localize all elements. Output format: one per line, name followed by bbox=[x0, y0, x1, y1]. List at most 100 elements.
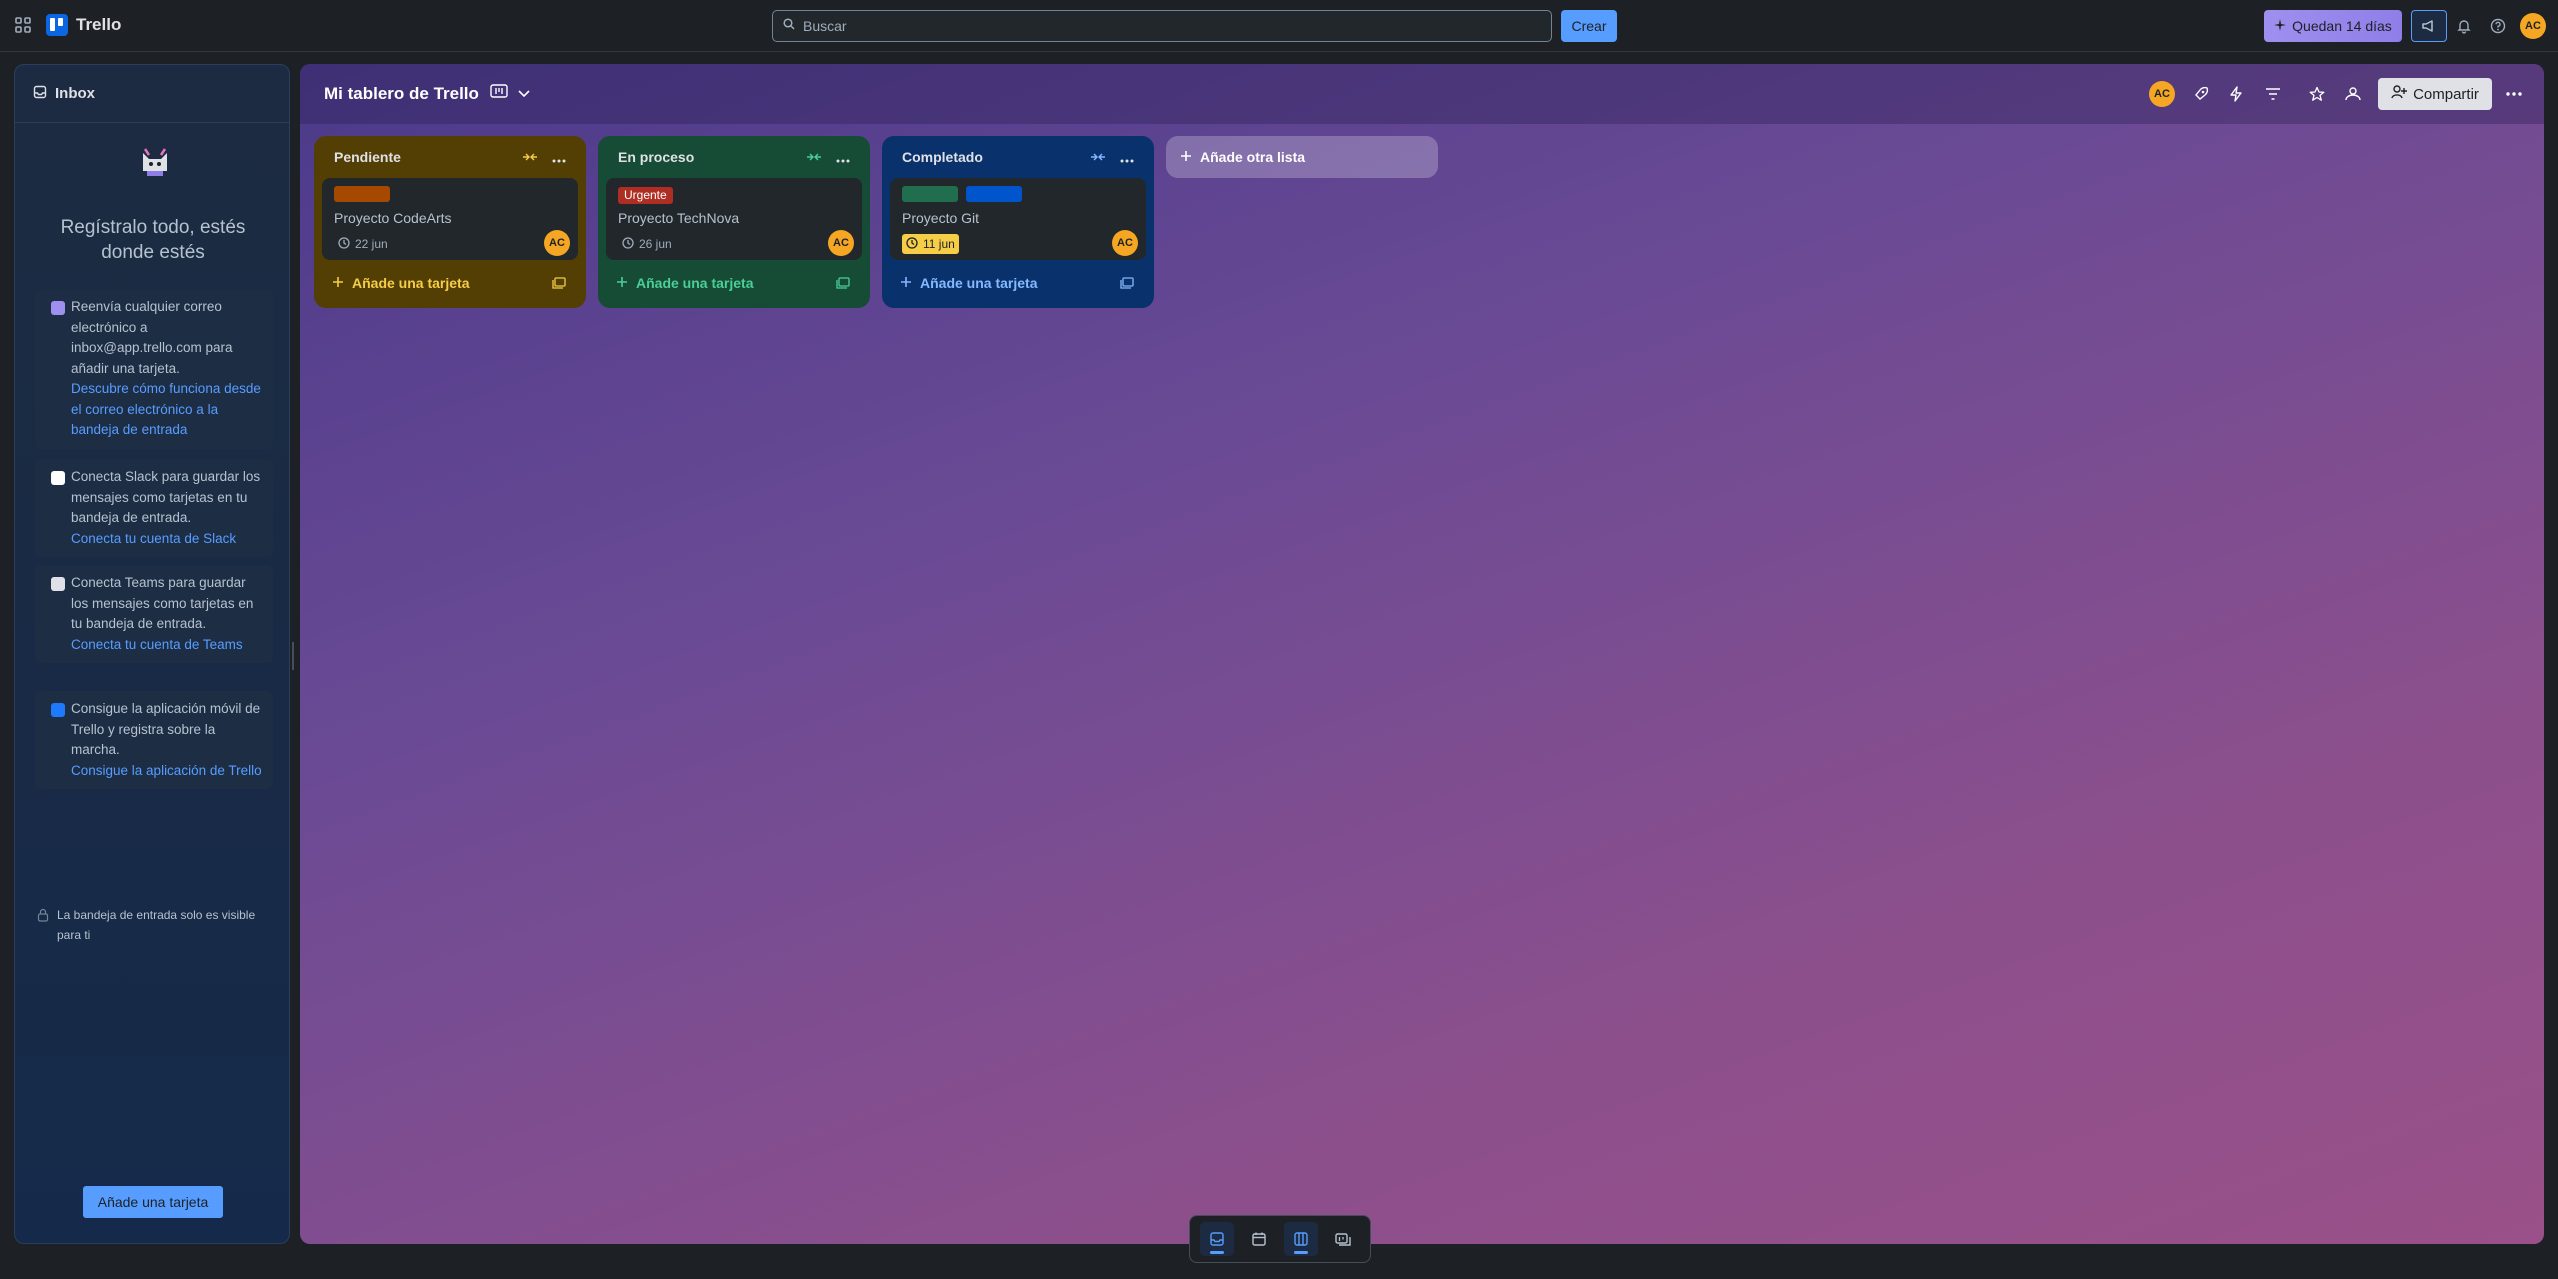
tip-link-slack[interactable]: Conecta tu cuenta de Slack bbox=[71, 529, 265, 550]
tip-link-mobile-app[interactable]: Consigue la aplicación de Trello bbox=[71, 761, 265, 782]
add-card-button[interactable]: Añade una tarjeta bbox=[890, 266, 1146, 300]
collapse-list-icon[interactable] bbox=[522, 150, 538, 166]
card-due-date[interactable]: 26 jun bbox=[618, 234, 676, 254]
card-date-text: 11 jun bbox=[923, 237, 955, 251]
inbox-panel: Inbox Regístralo todo, estés donde estés… bbox=[14, 64, 290, 1244]
card[interactable]: Urgente Proyecto TechNova 26 jun AC bbox=[606, 178, 862, 260]
card-date-text: 26 jun bbox=[639, 237, 672, 251]
collapse-list-icon[interactable] bbox=[1090, 150, 1106, 166]
card[interactable]: Proyecto CodeArts 22 jun AC bbox=[322, 178, 578, 260]
slack-icon bbox=[51, 471, 65, 485]
inbox-add-card-button[interactable]: Añade una tarjeta bbox=[83, 1186, 223, 1218]
list-title[interactable]: Pendiente bbox=[334, 149, 401, 165]
tip-text: Reenvía cualquier correo electrónico a i… bbox=[71, 299, 233, 376]
card-title: Proyecto TechNova bbox=[618, 210, 740, 226]
inbox-title: Inbox bbox=[55, 85, 95, 102]
trial-button[interactable]: Quedan 14 días bbox=[2264, 10, 2402, 42]
tip-teams: Conecta Teams para guardar los mensajes … bbox=[35, 565, 273, 663]
add-list-button[interactable]: Añade otra lista bbox=[1166, 136, 1438, 178]
list-title[interactable]: En proceso bbox=[618, 149, 694, 165]
add-card-button[interactable]: Añade una tarjeta bbox=[606, 266, 862, 300]
automation-bolt-icon[interactable] bbox=[2222, 80, 2250, 108]
sparkle-icon bbox=[2274, 18, 2287, 34]
teams-icon bbox=[51, 577, 65, 591]
card-member-avatar[interactable]: AC bbox=[544, 230, 570, 256]
card-label-urgente[interactable]: Urgente bbox=[618, 187, 673, 204]
planner-calendar-button[interactable] bbox=[1242, 1222, 1276, 1256]
inbox-headline: Regístralo todo, estés donde estés bbox=[60, 217, 246, 263]
card-label-blue[interactable] bbox=[966, 186, 1023, 202]
panel-resize-handle[interactable] bbox=[292, 642, 296, 670]
plus-icon bbox=[1180, 149, 1192, 165]
visibility-workspace-icon[interactable] bbox=[2339, 80, 2367, 108]
card-label-green[interactable] bbox=[902, 186, 958, 202]
clock-icon bbox=[622, 236, 634, 252]
card-template-icon[interactable] bbox=[552, 276, 566, 292]
share-button[interactable]: Compartir bbox=[2378, 78, 2492, 110]
notifications-bell-icon[interactable] bbox=[2450, 12, 2478, 40]
list-title[interactable]: Completado bbox=[902, 149, 983, 165]
search-input[interactable] bbox=[803, 18, 1503, 34]
add-card-label: Añade una tarjeta bbox=[636, 275, 754, 291]
card-due-date[interactable]: 11 jun bbox=[902, 234, 959, 254]
trello-logo[interactable]: Trello bbox=[46, 14, 121, 36]
tip-text: Conecta Slack para guardar los mensajes … bbox=[71, 469, 261, 525]
user-avatar[interactable]: AC bbox=[2520, 13, 2546, 39]
add-card-button[interactable]: Añade una tarjeta bbox=[322, 266, 578, 300]
inbox-icon bbox=[33, 85, 47, 103]
plus-icon bbox=[332, 275, 344, 291]
add-list-label: Añade otra lista bbox=[1200, 149, 1306, 165]
board-title[interactable]: Mi tablero de Trello bbox=[324, 84, 479, 104]
card-template-icon[interactable] bbox=[1120, 276, 1134, 292]
app-name: Trello bbox=[76, 15, 122, 34]
board-view-icon bbox=[490, 84, 508, 103]
plus-icon bbox=[900, 275, 912, 291]
inbox-illustration-icon bbox=[137, 145, 173, 181]
card-title: Proyecto Git bbox=[902, 210, 980, 226]
mobile-app-icon bbox=[51, 703, 65, 717]
megaphone-icon[interactable] bbox=[2411, 10, 2447, 42]
card-member-avatar[interactable]: AC bbox=[828, 230, 854, 256]
board-view-button[interactable] bbox=[1284, 1222, 1318, 1256]
add-card-label: Añade una tarjeta bbox=[920, 275, 1038, 291]
add-card-label: Añade una tarjeta bbox=[352, 275, 470, 291]
card-date-text: 22 jun bbox=[355, 237, 388, 251]
chevron-down-icon bbox=[518, 85, 530, 103]
trello-logo-icon bbox=[46, 14, 68, 36]
list-header[interactable]: Completado bbox=[890, 136, 1146, 178]
inbox-view-button[interactable] bbox=[1200, 1222, 1234, 1256]
board-menu-more-icon[interactable] bbox=[2500, 80, 2528, 108]
card-label-orange[interactable] bbox=[334, 186, 390, 202]
card-template-icon[interactable] bbox=[836, 276, 850, 292]
app-switcher-icon[interactable] bbox=[14, 16, 32, 34]
tip-link-teams[interactable]: Conecta tu cuenta de Teams bbox=[71, 635, 265, 656]
list-more-icon[interactable] bbox=[836, 150, 850, 166]
tip-mobile-app: Consigue la aplicación móvil de Trello y… bbox=[35, 691, 273, 789]
card-title: Proyecto CodeArts bbox=[334, 210, 452, 226]
list-more-icon[interactable] bbox=[552, 150, 566, 166]
board-view-switcher[interactable] bbox=[490, 84, 530, 103]
tip-link-email[interactable]: Descubre cómo funciona desde el correo e… bbox=[71, 379, 265, 441]
share-label: Compartir bbox=[2413, 85, 2479, 103]
list-header[interactable]: En proceso bbox=[606, 136, 862, 178]
list-en-proceso: En proceso Urgente Proyecto TechNova 26 … bbox=[598, 136, 870, 308]
create-button[interactable]: Crear bbox=[1561, 10, 1617, 42]
card[interactable]: Proyecto Git 11 jun AC bbox=[890, 178, 1146, 260]
list-more-icon[interactable] bbox=[1120, 150, 1134, 166]
tip-email: Reenvía cualquier correo electrónico a i… bbox=[35, 289, 273, 449]
clock-icon bbox=[906, 236, 918, 252]
card-due-date[interactable]: 22 jun bbox=[334, 234, 392, 254]
list-header[interactable]: Pendiente bbox=[322, 136, 578, 178]
board-member-avatar[interactable]: AC bbox=[2149, 81, 2175, 107]
collapse-list-icon[interactable] bbox=[806, 150, 822, 166]
star-icon[interactable] bbox=[2303, 80, 2331, 108]
filter-icon[interactable] bbox=[2259, 80, 2287, 108]
inbox-header: Inbox bbox=[15, 65, 289, 123]
switch-boards-button[interactable] bbox=[1326, 1222, 1360, 1256]
lock-icon bbox=[37, 908, 49, 928]
power-ups-rocket-icon[interactable] bbox=[2187, 80, 2215, 108]
help-icon[interactable] bbox=[2484, 12, 2512, 40]
visibility-note-text: La bandeja de entrada solo es visible pa… bbox=[57, 908, 256, 942]
search-box[interactable] bbox=[772, 10, 1552, 42]
card-member-avatar[interactable]: AC bbox=[1112, 230, 1138, 256]
